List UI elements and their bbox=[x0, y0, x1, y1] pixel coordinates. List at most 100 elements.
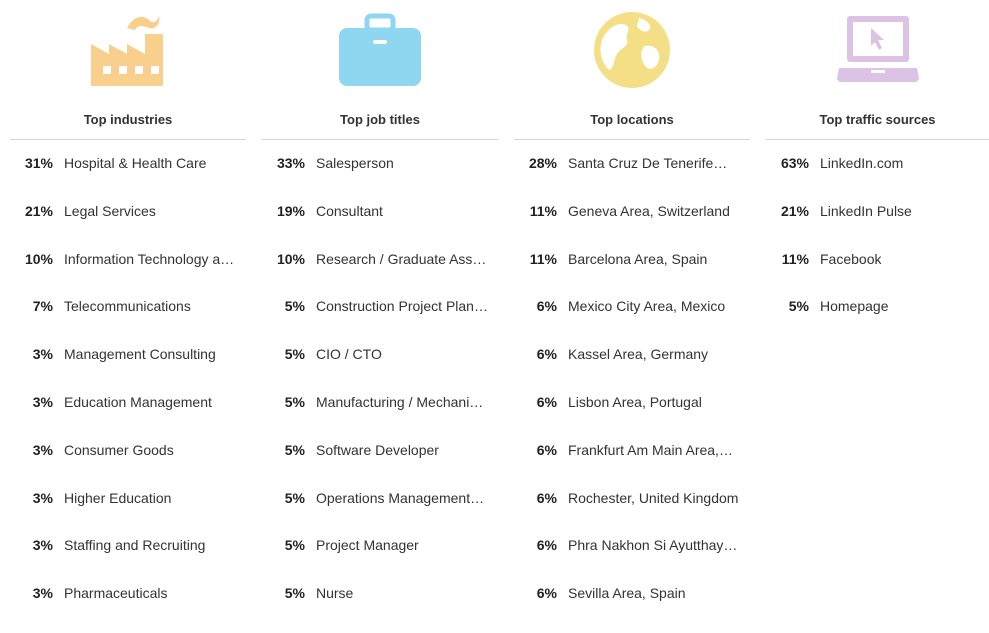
item-label: Research / Graduate Ass… bbox=[316, 250, 487, 267]
percentage: 3% bbox=[32, 537, 53, 554]
percentage: 11% bbox=[529, 202, 557, 219]
percentage: 6% bbox=[536, 298, 557, 315]
percentage: 6% bbox=[536, 346, 557, 363]
percentage: 5% bbox=[284, 489, 305, 506]
list-item: 5% CIO / CTO bbox=[262, 346, 498, 394]
percentage: 5% bbox=[284, 298, 305, 315]
percentage: 6% bbox=[536, 489, 557, 506]
divider bbox=[262, 139, 498, 140]
item-label: Kassel Area, Germany bbox=[568, 346, 709, 363]
item-label: Barcelona Area, Spain bbox=[568, 250, 708, 267]
item-label: Telecommunications bbox=[64, 298, 191, 315]
list-item: 5% Nurse bbox=[262, 585, 498, 633]
list-item: 6% Kassel Area, Germany bbox=[514, 346, 750, 394]
percentage: 21% bbox=[24, 202, 53, 219]
list-item: 5% Construction Project Plan… bbox=[262, 298, 498, 346]
list-item: 10% Information Technology a… bbox=[10, 251, 246, 299]
item-label: Geneva Area, Switzerland bbox=[568, 202, 730, 219]
item-label: Staffing and Recruiting bbox=[64, 537, 206, 554]
item-label: Lisbon Area, Portugal bbox=[568, 393, 702, 410]
percentage: 5% bbox=[284, 393, 305, 410]
traffic-sources-title: Top traffic sources bbox=[819, 112, 936, 127]
list-item: 3% Higher Education bbox=[10, 490, 246, 538]
list-item: 19% Consultant bbox=[262, 203, 498, 251]
stats-columns: Top industries 31% Hospital & Health Care… bbox=[0, 0, 989, 621]
item-label: Manufacturing / Mechani… bbox=[316, 393, 484, 410]
list-item: 5% Homepage bbox=[766, 298, 989, 346]
percentage: 5% bbox=[284, 537, 305, 554]
list-item: 3% Pharmaceuticals bbox=[10, 585, 246, 633]
percentage: 3% bbox=[32, 489, 53, 506]
item-label: Higher Education bbox=[64, 489, 172, 506]
list-item: 11% Geneva Area, Switzerland bbox=[514, 203, 750, 251]
item-label: Sevilla Area, Spain bbox=[568, 585, 686, 602]
percentage: 63% bbox=[780, 155, 809, 171]
list-item: 6% Phra Nakhon Si Ayutthay… bbox=[514, 537, 750, 585]
item-label: LinkedIn Pulse bbox=[820, 202, 912, 219]
list-item: 5% Operations Management… bbox=[262, 490, 498, 538]
item-label: CIO / CTO bbox=[316, 346, 382, 363]
traffic-sources-list: 63% LinkedIn.com 21% LinkedIn Pulse 11% Fac… bbox=[766, 155, 989, 346]
list-item: 28% Santa Cruz De Tenerife… bbox=[514, 155, 750, 203]
list-item: 6% Lisbon Area, Portugal bbox=[514, 394, 750, 442]
list-item: 5% Project Manager bbox=[262, 537, 498, 585]
item-label: Salesperson bbox=[316, 155, 394, 171]
briefcase-icon bbox=[339, 13, 421, 86]
list-item: 33% Salesperson bbox=[262, 155, 498, 203]
list-item: 6% Mexico City Area, Mexico bbox=[514, 298, 750, 346]
percentage: 3% bbox=[32, 441, 53, 458]
job-titles-title: Top job titles bbox=[340, 112, 420, 127]
item-label: Information Technology a… bbox=[64, 250, 235, 267]
list-item: 21% Legal Services bbox=[10, 203, 246, 251]
item-label: Consultant bbox=[316, 202, 383, 219]
item-label: Homepage bbox=[820, 298, 889, 315]
percentage: 11% bbox=[781, 250, 809, 267]
list-item: 11% Facebook bbox=[766, 251, 989, 299]
item-label: Rochester, United Kingdom bbox=[568, 489, 739, 506]
divider bbox=[766, 139, 989, 140]
list-item: 31% Hospital & Health Care bbox=[10, 155, 246, 203]
divider bbox=[514, 139, 750, 140]
percentage: 3% bbox=[32, 346, 53, 363]
industries-list: 31% Hospital & Health Care 21% Legal Servi… bbox=[10, 155, 246, 633]
laptop-icon bbox=[836, 16, 919, 82]
item-label: Construction Project Plan… bbox=[316, 298, 488, 315]
percentage: 31% bbox=[24, 155, 53, 171]
industries-title: Top industries bbox=[83, 112, 173, 127]
list-item: 10% Research / Graduate Ass… bbox=[262, 251, 498, 299]
percentage: 11% bbox=[529, 250, 557, 267]
locations-list: 28% Santa Cruz De Tenerife… 11% Geneva Are… bbox=[514, 155, 750, 633]
list-item: 3% Management Consulting bbox=[10, 346, 246, 394]
item-label: Operations Management… bbox=[316, 489, 485, 506]
percentage: 5% bbox=[284, 346, 305, 363]
item-label: Legal Services bbox=[64, 202, 156, 219]
item-label: Pharmaceuticals bbox=[64, 585, 168, 602]
percentage: 10% bbox=[276, 250, 305, 267]
list-item: 7% Telecommunications bbox=[10, 298, 246, 346]
percentage: 6% bbox=[536, 393, 557, 410]
divider bbox=[10, 139, 246, 140]
percentage: 33% bbox=[276, 155, 305, 171]
percentage: 7% bbox=[32, 298, 53, 315]
list-item: 6% Sevilla Area, Spain bbox=[514, 585, 750, 633]
item-label: Management Consulting bbox=[64, 346, 216, 363]
item-label: Nurse bbox=[316, 585, 354, 602]
percentage: 3% bbox=[32, 393, 53, 410]
list-item: 6% Frankfurt Am Main Area,… bbox=[514, 442, 750, 490]
item-label: Project Manager bbox=[316, 537, 419, 554]
item-label: Software Developer bbox=[316, 441, 439, 458]
list-item: 3% Staffing and Recruiting bbox=[10, 537, 246, 585]
percentage: 19% bbox=[276, 202, 305, 219]
percentage: 6% bbox=[536, 537, 557, 554]
item-label: Hospital & Health Care bbox=[64, 155, 207, 171]
percentage: 28% bbox=[528, 155, 557, 171]
item-label: Santa Cruz De Tenerife… bbox=[568, 155, 728, 171]
factory-icon bbox=[91, 16, 163, 86]
list-item: 3% Consumer Goods bbox=[10, 442, 246, 490]
item-label: Facebook bbox=[820, 250, 882, 267]
item-label: Phra Nakhon Si Ayutthay… bbox=[568, 537, 738, 554]
percentage: 5% bbox=[284, 441, 305, 458]
percentage: 6% bbox=[536, 585, 557, 602]
list-item: 63% LinkedIn.com bbox=[766, 155, 989, 203]
job-titles-list: 33% Salesperson 19% Consultant 10% Research… bbox=[262, 155, 498, 633]
